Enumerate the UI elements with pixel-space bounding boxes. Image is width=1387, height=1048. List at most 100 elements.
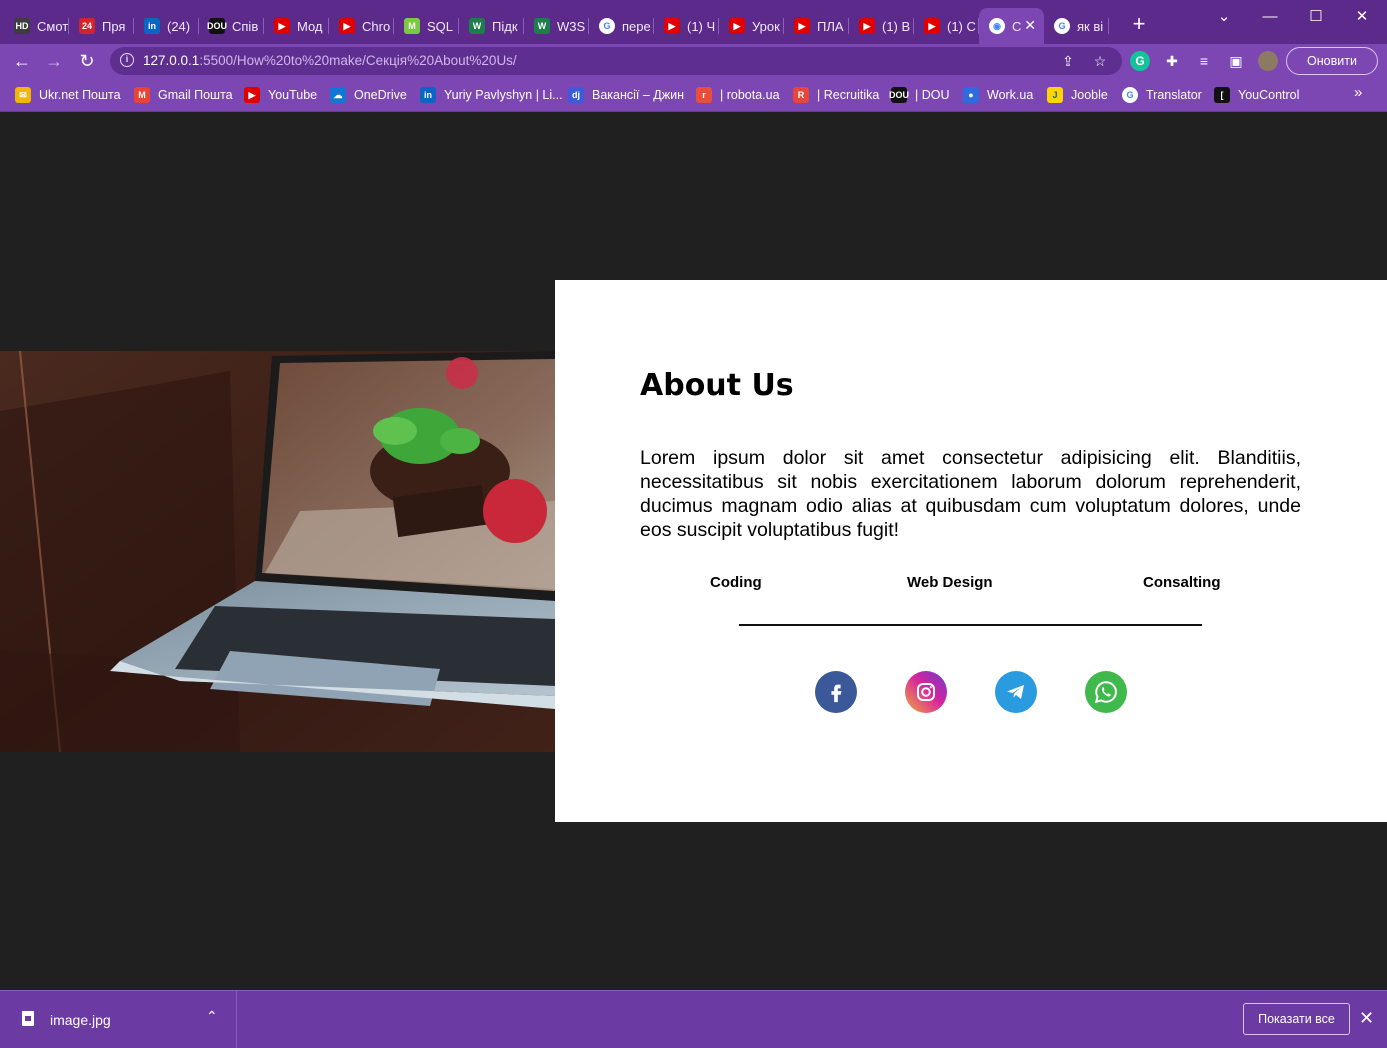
youtube-icon: ▶	[859, 18, 875, 34]
tab-search-icon[interactable]: ⌄	[1201, 0, 1247, 32]
bookmark-item[interactable]: ● Work.ua	[963, 85, 1033, 105]
bookmark-star-icon[interactable]: ☆	[1090, 51, 1110, 71]
dou-icon: DOU	[889, 87, 909, 103]
tab-strip: HD Смот 24 Пря in (24) DOU Спів ▶ Мод ▶ Chro M SQL W Пі…	[0, 0, 1387, 44]
tab[interactable]: ▶ Chro	[329, 8, 394, 44]
minimize-button[interactable]: —	[1247, 0, 1293, 32]
whatsapp-link[interactable]	[1085, 671, 1127, 713]
tab[interactable]: W W3S	[524, 8, 589, 44]
share-icon[interactable]: ⇪	[1058, 51, 1078, 71]
instagram-link[interactable]	[905, 671, 947, 713]
tab-title: Пря	[102, 18, 126, 34]
djinni-icon: dj	[568, 87, 584, 103]
bookmark-item[interactable]: dj Вакансії – Джин	[568, 85, 684, 105]
google-icon: G	[599, 18, 615, 34]
workua-icon: ●	[963, 87, 979, 103]
laptop-image	[0, 351, 555, 752]
services-list: Coding Web Design Consalting	[555, 574, 1387, 596]
forward-button[interactable]: →	[41, 48, 67, 74]
bookmark-item[interactable]: ✉ Ukr.net Пошта	[15, 85, 121, 105]
tab[interactable]: ▶ Мод	[264, 8, 329, 44]
bookmark-item[interactable]: G Translator	[1122, 85, 1202, 105]
maximize-button[interactable]: ☐	[1293, 0, 1339, 32]
bookmark-label: Work.ua	[987, 88, 1034, 102]
side-panel-icon[interactable]: ▣	[1226, 51, 1246, 71]
bookmark-item[interactable]: ☁ OneDrive	[330, 85, 407, 105]
tab[interactable]: Gпере	[589, 8, 654, 44]
tab[interactable]: ▶ ПЛА	[784, 8, 849, 44]
telegram-icon	[1007, 685, 1024, 699]
tab-title: (24)	[167, 18, 191, 34]
show-all-downloads-button[interactable]: Показати все	[1243, 1003, 1350, 1035]
tab-title: Спів	[232, 18, 259, 34]
tab-title: (1) С	[947, 18, 976, 34]
update-button[interactable]: Оновити	[1286, 47, 1378, 75]
youcontrol-icon: [	[1214, 87, 1230, 103]
divider-line	[739, 624, 1202, 626]
bookmark-label: Вакансії – Джин	[592, 88, 684, 102]
url-text[interactable]: 127.0.0.1:5500/How%20to%20make/Секція%20…	[143, 53, 517, 68]
bookmark-item[interactable]: M Gmail Пошта	[134, 85, 233, 105]
tab-title: Урок	[752, 18, 780, 34]
extensions-icon[interactable]: ✚	[1162, 51, 1182, 71]
bookmark-label: YouControl	[1238, 88, 1300, 102]
tab[interactable]: DOU Спів	[199, 8, 264, 44]
bookmark-item[interactable]: r | robota.ua	[696, 85, 780, 105]
ukrnet-icon: ✉	[15, 87, 31, 103]
tab[interactable]: ▶ Урок	[719, 8, 784, 44]
tab-title: W3S	[557, 18, 586, 34]
browser-window: HD Смот 24 Пря in (24) DOU Спів ▶ Мод ▶ Chro M SQL W Пі…	[0, 0, 1387, 1048]
profile-avatar[interactable]	[1258, 51, 1278, 71]
tab-active[interactable]: ◉ С ✕	[979, 8, 1044, 44]
bookmark-item[interactable]: [ YouControl	[1214, 85, 1299, 105]
about-card: About Us Lorem ipsum dolor sit amet cons…	[555, 280, 1387, 822]
grammarly-extension-icon[interactable]: G	[1130, 51, 1150, 71]
tab[interactable]: M SQL	[394, 8, 459, 44]
toolbar: ← → ↻ i 127.0.0.1:5500/How%20to%20make/С…	[0, 44, 1387, 78]
more-bookmarks-icon[interactable]: »	[1354, 84, 1362, 101]
site-info-icon[interactable]: i	[120, 53, 134, 67]
bookmark-item[interactable]: DOU | DOU	[889, 85, 950, 105]
tab-title: Смот	[37, 18, 69, 34]
onedrive-icon: ☁	[330, 87, 346, 103]
close-tab-icon[interactable]: ✕	[1024, 17, 1036, 34]
close-downloads-bar-icon[interactable]: ✕	[1359, 1008, 1374, 1029]
tab[interactable]: in (24)	[134, 8, 199, 44]
tab[interactable]: ▶ (1) С	[914, 8, 979, 44]
tab[interactable]: HD Смот	[4, 8, 69, 44]
new-tab-button[interactable]: +	[1127, 12, 1151, 36]
tab-title: Підк	[492, 18, 518, 34]
back-button[interactable]: ←	[9, 48, 35, 74]
url-host: 127.0.0.1	[143, 53, 200, 68]
google-icon: G	[1054, 18, 1070, 34]
download-file-name[interactable]: image.jpg	[50, 1012, 111, 1028]
media-control-icon[interactable]: ≡	[1194, 51, 1214, 71]
gmail-icon: M	[134, 87, 150, 103]
bookmark-item[interactable]: ▶ YouTube	[244, 85, 317, 105]
bookmark-item[interactable]: in Yuriy Pavlyshyn | Li...	[420, 85, 563, 105]
about-description: Lorem ipsum dolor sit amet consectetur a…	[640, 447, 1301, 541]
download-item[interactable]: image.jpg ⌃	[0, 991, 237, 1048]
reload-button[interactable]: ↻	[74, 48, 100, 74]
tab[interactable]: ▶ (1) Ч	[654, 8, 719, 44]
tab[interactable]: 24 Пря	[69, 8, 134, 44]
bookmark-item[interactable]: R | Recruitika	[793, 85, 879, 105]
youtube-icon: ▶	[339, 18, 355, 34]
tab-title: SQL	[427, 18, 454, 34]
page-viewport: About Us Lorem ipsum dolor sit amet cons…	[0, 112, 1387, 990]
facebook-link[interactable]	[815, 671, 857, 713]
tab[interactable]: Gяк ві	[1044, 8, 1109, 44]
bookmark-item[interactable]: J Jooble	[1047, 85, 1108, 105]
close-window-button[interactable]: ✕	[1339, 0, 1385, 32]
bookmark-label: OneDrive	[354, 88, 407, 102]
chevron-up-icon[interactable]: ⌃	[206, 1008, 218, 1025]
telegram-link[interactable]	[995, 671, 1037, 713]
tab[interactable]: ▶ (1) В	[849, 8, 914, 44]
recruitika-icon: R	[793, 87, 809, 103]
address-bar[interactable]: i 127.0.0.1:5500/How%20to%20make/Секція%…	[110, 47, 1122, 75]
tab[interactable]: W Підк	[459, 8, 524, 44]
facebook-icon	[831, 684, 842, 703]
service-consalting: Consalting	[1143, 574, 1221, 591]
m-icon: M	[404, 18, 420, 34]
bookmark-label: | DOU	[915, 88, 950, 102]
